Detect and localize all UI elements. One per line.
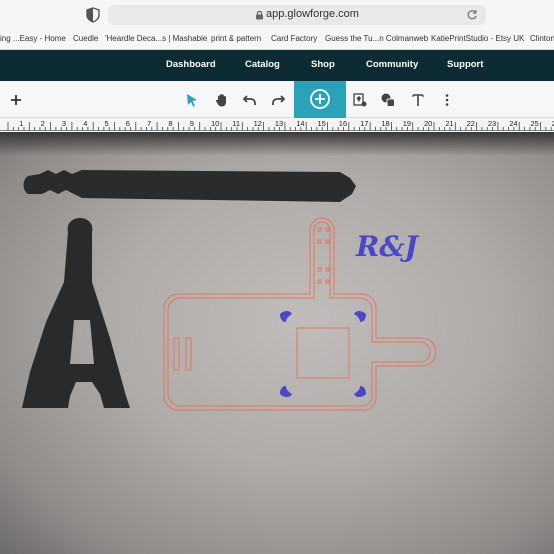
ruler-number: 3 (61, 119, 67, 128)
ruler-number: 13 (274, 119, 284, 128)
tab-hole (325, 267, 330, 272)
ruler-number: 10 (211, 119, 220, 128)
tab-hole (325, 239, 330, 244)
site-navigation: Dashboard Catalog Shop Community Support (0, 50, 554, 81)
ruler-number: 7 (147, 119, 152, 128)
bookmark-item[interactable]: 'Heardle Deca...s | Mashable (105, 34, 207, 43)
design-center-square (296, 327, 350, 379)
add-artwork-button[interactable] (294, 81, 346, 118)
bookmark-item[interactable]: Card Factory (271, 34, 317, 43)
redo-icon[interactable] (270, 92, 286, 108)
ruler-number: 23 (487, 119, 497, 128)
scrap-piece-bar (23, 170, 356, 202)
nav-catalog[interactable]: Catalog (245, 59, 280, 70)
bookmark-item[interactable]: print & pattern (211, 34, 261, 43)
tab-hole (317, 279, 322, 284)
nav-dashboard[interactable]: Dashboard (166, 59, 216, 70)
monogram-engrave-text[interactable]: R&J (356, 230, 418, 263)
ruler-number: 14 (296, 119, 305, 128)
bookmark-item[interactable]: Cuedle (73, 34, 98, 43)
nav-community[interactable]: Community (366, 59, 418, 70)
ruler-number: 19 (402, 119, 412, 128)
ruler-number: 1 (19, 119, 24, 128)
shapes-icon[interactable] (380, 92, 396, 108)
scrap-piece-a-shape (22, 218, 130, 408)
ruler-number: 2 (40, 119, 45, 128)
ruler-number: 25 (530, 119, 539, 128)
add-icon (310, 89, 330, 109)
corner-ornament (280, 311, 292, 322)
undo-icon[interactable] (242, 92, 258, 108)
trace-icon[interactable] (352, 92, 368, 108)
corner-ornament (354, 311, 366, 322)
ruler-number: 15 (317, 119, 326, 128)
more-icon[interactable] (439, 92, 455, 108)
bookmark-item[interactable]: ing ...Easy - Home (0, 34, 66, 43)
bed-canvas[interactable]: R&J (0, 132, 554, 554)
url-text: app.glowforge.com (266, 8, 359, 20)
ruler-number: 4 (83, 119, 88, 128)
tab-hole (325, 227, 330, 232)
ruler-number: 12 (253, 119, 262, 128)
design-toolbar (0, 81, 554, 118)
design-slot (173, 337, 180, 371)
design-slot (185, 337, 192, 371)
tab-hole (317, 239, 322, 244)
ruler-number: 11 (232, 119, 241, 128)
ruler-number: 8 (168, 119, 173, 128)
bookmark-item[interactable]: Guess the Tu...n Colmanweb (325, 34, 428, 43)
corner-ornament (280, 386, 292, 397)
ruler-number: 5 (104, 119, 109, 128)
ruler-number: 16 (338, 119, 348, 128)
ruler-number: 18 (381, 119, 390, 128)
ruler-number: 17 (360, 119, 369, 128)
address-bar[interactable]: app.glowforge.com (108, 5, 486, 25)
tab-hole (325, 279, 330, 284)
privacy-shield-icon[interactable] (86, 7, 100, 23)
plus-icon[interactable] (8, 92, 24, 108)
browser-address-row: app.glowforge.com (0, 0, 554, 30)
ruler-number: 6 (125, 119, 130, 128)
corner-ornament (354, 386, 366, 397)
lock-icon (256, 10, 263, 20)
ruler-number: 22 (466, 119, 475, 128)
nav-shop[interactable]: Shop (311, 59, 335, 70)
bookmark-item[interactable]: KatiePrintStudio - Etsy UK (431, 34, 524, 43)
nav-support[interactable]: Support (447, 59, 483, 70)
tab-hole (317, 267, 322, 272)
design-engrave-ornaments[interactable] (280, 311, 366, 397)
bookmark-item[interactable]: Clinton (530, 34, 554, 43)
hand-icon[interactable] (214, 92, 230, 108)
text-icon[interactable] (410, 92, 426, 108)
bookmarks-bar: ing ...Easy - Home Cuedle 'Heardle Deca.… (0, 30, 554, 50)
horizontal-ruler: 1 2 3 4 5 6 7 8 9 10 11 12 13 14 15 16 17 18 19 20 21 22 23 24 2… (0, 118, 554, 131)
reload-icon[interactable] (466, 9, 478, 21)
ruler-number: 21 (445, 119, 454, 128)
bed-scene (22, 170, 437, 411)
ruler-number: 24 (509, 119, 518, 128)
ruler-number: 9 (189, 119, 194, 128)
pointer-icon[interactable] (184, 92, 200, 108)
ruler-number: 20 (424, 119, 433, 128)
tab-hole (317, 227, 322, 232)
